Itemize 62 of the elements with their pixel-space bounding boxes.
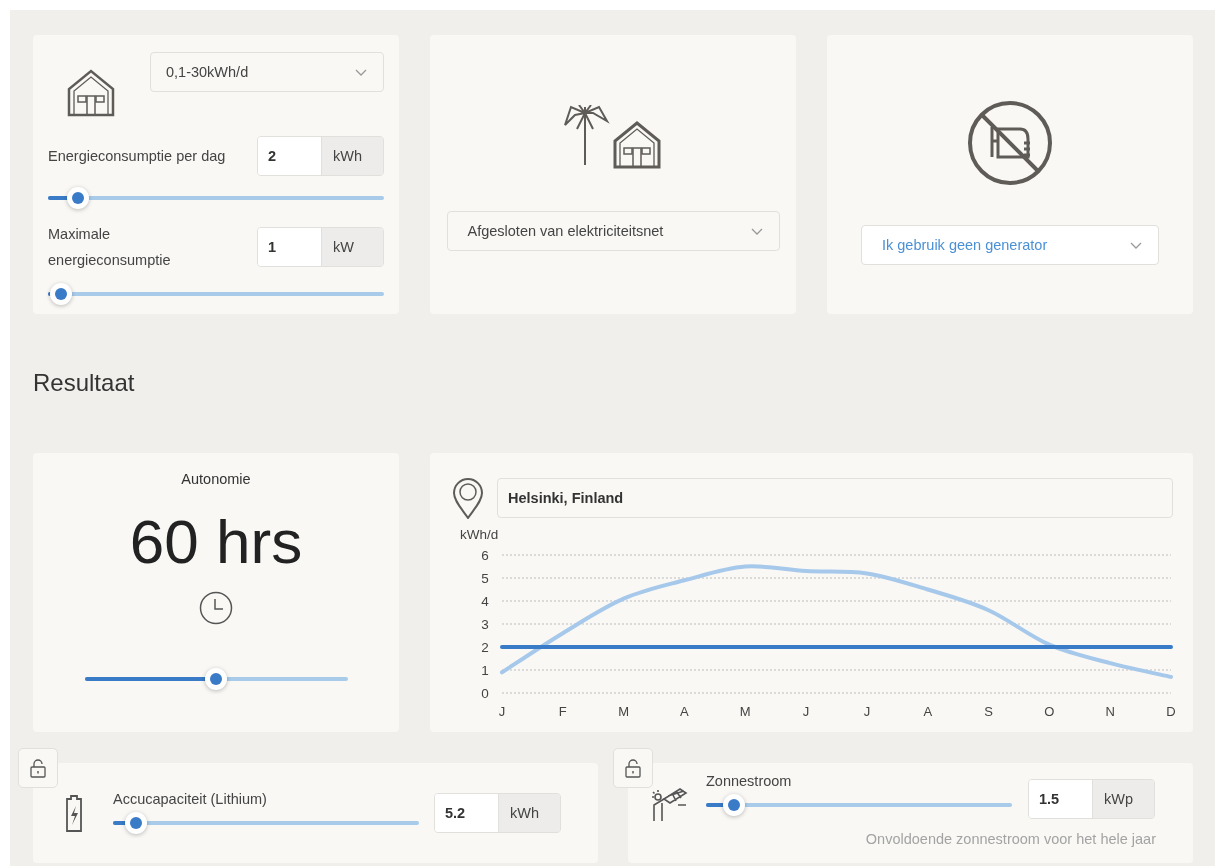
warning-text: Onvoldoende zonnestroom voor het hele jaar (864, 831, 1156, 847)
axis-label: kWh/d (460, 527, 499, 542)
tick-label: S (984, 704, 993, 719)
lock-button[interactable] (613, 748, 653, 788)
field-label: Maximale energieconsumptie (48, 225, 172, 270)
slider[interactable] (84, 666, 348, 692)
dropdown[interactable]: Afgesloten van elektriciteitsnet (446, 211, 780, 251)
lock-button[interactable] (18, 748, 58, 788)
palm-tree-and-house-icon (563, 105, 663, 169)
location-field[interactable]: Helsinki, Finland (497, 478, 1173, 518)
slider-thumb[interactable] (722, 794, 745, 816)
solar-panel-icon (650, 787, 688, 823)
tick-label: D (1166, 704, 1176, 719)
house-icon (67, 69, 115, 117)
input-field[interactable]: 5.2 (435, 794, 499, 832)
field-label: Energieconsumptie per dag (48, 147, 226, 166)
unlocked-icon (29, 758, 47, 778)
tick-label: O (1044, 704, 1055, 719)
slider-thumb[interactable] (50, 283, 73, 305)
slider-thumb[interactable] (205, 668, 227, 690)
input-field[interactable]: 1 (258, 228, 322, 266)
tick-label: A (923, 704, 933, 719)
tick-label: 1 (481, 663, 489, 678)
input-field[interactable]: 1.5 (1029, 780, 1093, 818)
tick-label: 2 (481, 640, 489, 655)
caret-icon (355, 68, 367, 76)
tick-label: 4 (481, 594, 489, 609)
tick-label: 0 (481, 686, 489, 701)
caret-icon (750, 227, 763, 235)
field-label: Accucapaciteit (Lithium) (113, 790, 268, 807)
tick-label: M (618, 704, 630, 719)
autonomy-label: Autonomie (181, 471, 251, 487)
tick-label: A (680, 704, 689, 719)
slider-thumb[interactable] (124, 811, 147, 834)
slider[interactable] (48, 281, 384, 307)
slider-thumb[interactable] (67, 187, 90, 209)
tick-label: J (802, 704, 810, 719)
unit-label: kWh (322, 137, 383, 175)
unlocked-icon (624, 758, 642, 778)
tick-label: J (498, 704, 506, 719)
autonomy-value: 60 hrs (129, 507, 303, 577)
caret-icon (1130, 241, 1142, 249)
no-generator-icon (966, 99, 1054, 187)
unit-label: kWh (499, 794, 560, 832)
slider[interactable] (48, 185, 384, 211)
tick-label: 6 (481, 548, 489, 563)
field-label: Zonnestroom (706, 773, 793, 789)
battery-icon (65, 793, 83, 833)
tick-label: 3 (481, 617, 489, 632)
unit-label: kW (322, 228, 383, 266)
input-field[interactable]: 2 (258, 137, 322, 175)
tick-label: N (1105, 704, 1115, 719)
tick-label: 5 (481, 571, 489, 586)
tick-label: M (739, 704, 751, 719)
unit-label: kWp (1093, 780, 1154, 818)
slider[interactable] (706, 792, 1012, 818)
section-heading: Resultaat (33, 369, 135, 397)
dropdown[interactable]: 0,1-30kWh/d (150, 52, 384, 92)
clock-icon (199, 591, 233, 625)
tick-label: F (558, 704, 567, 719)
tick-label: J (863, 704, 871, 719)
location-pin-icon (452, 477, 484, 519)
